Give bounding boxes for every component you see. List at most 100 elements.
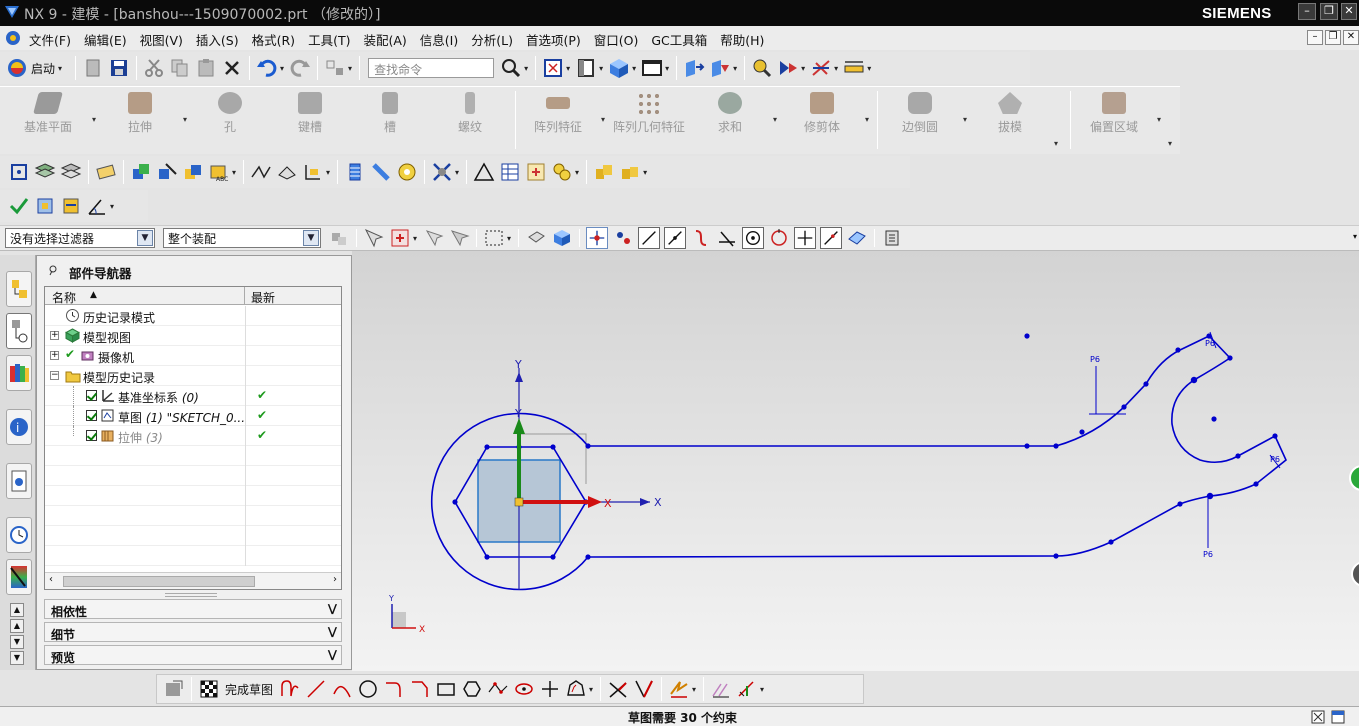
minimize-button[interactable]: – [1298, 3, 1316, 20]
command-search-input[interactable]: 查找命令 [368, 58, 495, 78]
reuse-library-tab[interactable] [6, 355, 32, 391]
layers-icon[interactable] [34, 161, 56, 183]
circle-icon[interactable] [357, 678, 379, 700]
scroll-down-button[interactable]: ▼ [10, 635, 24, 649]
tree-row-datum-csys[interactable]: 基准坐标系 (0) ✔ [45, 386, 341, 406]
dynamic-wcs-icon[interactable] [777, 57, 799, 79]
expression-icon[interactable] [525, 161, 547, 183]
fillet-icon[interactable] [383, 678, 405, 700]
pattern-geometry-button[interactable]: 阵列几何特征 [610, 87, 688, 155]
trim-body-button[interactable]: 修剪体 [796, 87, 848, 155]
menu-preferences[interactable]: 首选项(P) [526, 30, 581, 49]
part-navigator-tab[interactable] [6, 313, 32, 349]
tree-row-sketch[interactable]: 草图 (1) "SKETCH_0... ✔ [45, 406, 341, 426]
hd3d-tools-tab[interactable]: i [6, 409, 32, 445]
history-tab[interactable] [6, 517, 32, 553]
delete-icon[interactable] [221, 57, 243, 79]
line-icon[interactable] [305, 678, 327, 700]
menu-format[interactable]: 格式(R) [252, 30, 295, 49]
select-box-icon[interactable] [389, 227, 411, 249]
menu-assembly[interactable]: 装配(A) [363, 30, 406, 49]
selection-filter-dropdown[interactable]: 没有选择过滤器 ▼ [5, 228, 155, 248]
column-name[interactable]: 名称 [52, 289, 76, 306]
menu-insert[interactable]: 插入(S) [196, 30, 239, 49]
tree-row-cameras[interactable]: + ✔ 摄像机 [45, 346, 341, 366]
endpoint-snap-icon[interactable] [638, 227, 661, 249]
edit-object-display-icon[interactable] [95, 161, 117, 183]
window-layout-icon[interactable] [1331, 710, 1345, 724]
ellipse-icon[interactable] [513, 678, 535, 700]
show-icon[interactable] [182, 161, 204, 183]
polygon-icon[interactable] [461, 678, 483, 700]
measure-distance-icon[interactable] [843, 57, 865, 79]
dependencies-panel-header[interactable]: 相依性 ⋁ [44, 599, 342, 619]
menu-file[interactable]: 文件(F) [29, 30, 71, 49]
snap-point-icon[interactable] [612, 227, 634, 249]
clip-section-icon[interactable] [709, 57, 731, 79]
tree-horizontal-scrollbar[interactable]: ‹ › [45, 572, 341, 589]
scroll-left-icon[interactable]: ‹ [49, 574, 53, 585]
restore-button[interactable]: ❐ [1320, 3, 1338, 20]
doc-close-button[interactable]: ✕ [1343, 30, 1359, 45]
intersection-snap-icon[interactable] [716, 227, 738, 249]
control-point-snap-icon[interactable] [690, 227, 712, 249]
finish-sketch-button[interactable]: 完成草图 [196, 678, 273, 700]
assembly-navigator-tab[interactable] [6, 271, 32, 307]
make-corner-icon[interactable] [668, 678, 690, 700]
splitter-handle[interactable] [165, 593, 217, 597]
wcs-icon[interactable] [8, 161, 30, 183]
new-file-icon[interactable] [82, 57, 104, 79]
assembly-scope-dropdown[interactable]: 整个装配 ▼ [163, 228, 321, 248]
slot-button[interactable]: 键槽 [288, 87, 332, 155]
select-body-icon[interactable] [525, 227, 547, 249]
dimensional-constraints-icon[interactable] [736, 678, 758, 700]
inferred-constraint-badge[interactable] [1349, 465, 1359, 491]
pattern-feature-button[interactable]: 阵列特征 [528, 87, 588, 155]
add-component-icon[interactable] [619, 161, 641, 183]
rectangle-select-icon[interactable] [483, 227, 505, 249]
chamfer-icon[interactable] [409, 678, 431, 700]
center-snap-icon[interactable] [742, 227, 765, 249]
cut-icon[interactable] [143, 57, 165, 79]
curve-tool-icon[interactable] [250, 161, 272, 183]
existing-point-snap-icon[interactable] [794, 227, 817, 249]
on-curve-snap-icon[interactable] [820, 227, 843, 249]
start-button[interactable]: 启动 ▾ [0, 57, 71, 79]
visibility-checkbox[interactable] [86, 410, 97, 421]
intersection-curve-icon[interactable] [302, 161, 324, 183]
menu-help[interactable]: 帮助(H) [720, 30, 764, 49]
wcs-orient-icon[interactable] [810, 57, 832, 79]
handle-outline[interactable] [587, 335, 1287, 558]
background-icon[interactable] [641, 57, 663, 79]
web-browser-tab[interactable] [6, 463, 32, 499]
column-latest[interactable]: 最新 [251, 289, 275, 306]
profile-icon[interactable] [279, 678, 301, 700]
shaded-cube-icon[interactable] [608, 57, 630, 79]
paste-icon[interactable] [195, 57, 217, 79]
rectangle-icon[interactable] [435, 678, 457, 700]
section-view-icon[interactable] [683, 57, 705, 79]
midpoint-snap-icon[interactable] [664, 227, 687, 249]
app-menu-icon[interactable] [5, 30, 21, 46]
tree-row-model-history[interactable]: − 模型历史记录 [45, 366, 341, 386]
menu-gc-toolkit[interactable]: GC工具箱 [651, 30, 707, 49]
expand-icon[interactable]: + [50, 331, 59, 340]
view-orientation-icon[interactable] [575, 57, 597, 79]
close-button[interactable]: ✕ [1341, 3, 1357, 20]
quick-extend-icon[interactable] [633, 678, 655, 700]
save-icon[interactable] [108, 57, 130, 79]
scroll-right-icon[interactable]: › [333, 574, 337, 585]
triangle-icon[interactable] [473, 161, 495, 183]
expand-icon[interactable]: + [50, 351, 59, 360]
select-solid-icon[interactable] [551, 227, 573, 249]
undo-icon[interactable] [256, 57, 278, 79]
visibility-checkbox[interactable] [86, 390, 97, 401]
measure-angle-icon[interactable] [86, 195, 108, 217]
check-geometry-icon[interactable] [8, 195, 30, 217]
fit-view-icon[interactable] [542, 57, 564, 79]
copy-icon[interactable] [169, 57, 191, 79]
offset-region-button[interactable]: 偏置区域 [1084, 87, 1144, 155]
quick-trim-icon[interactable] [607, 678, 629, 700]
offset-curve-icon[interactable] [565, 678, 587, 700]
menu-analysis[interactable]: 分析(L) [471, 30, 513, 49]
